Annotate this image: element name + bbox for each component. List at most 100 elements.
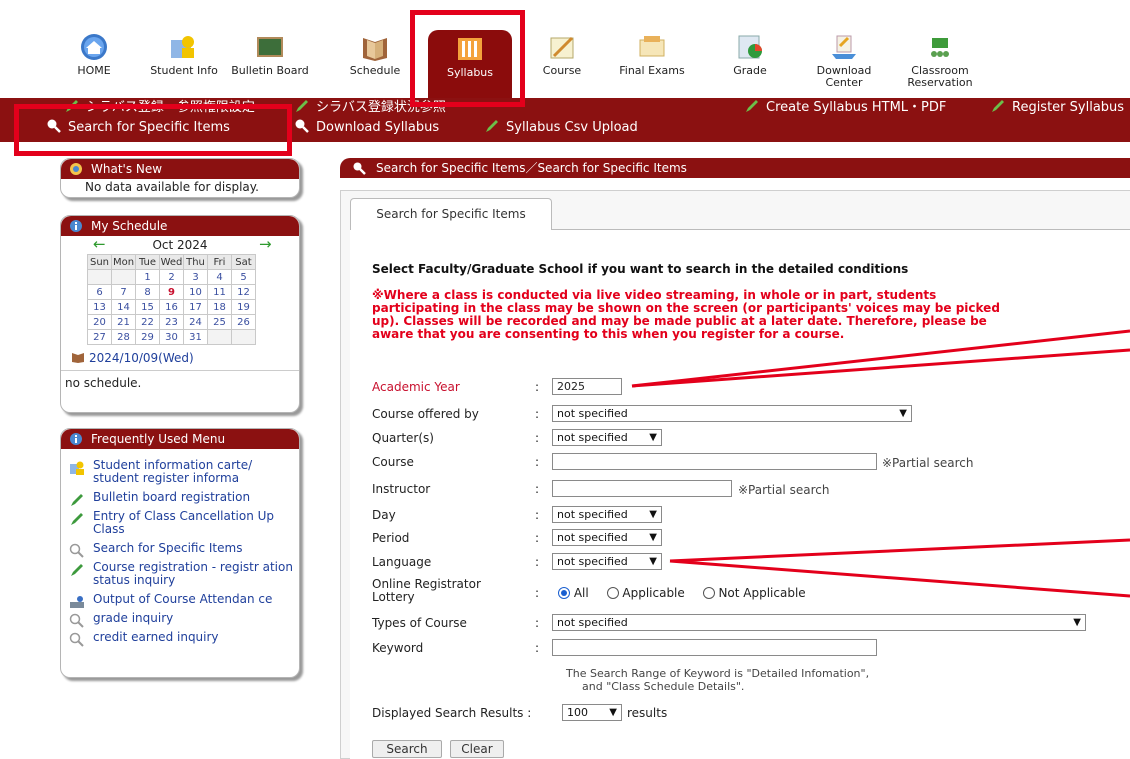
calendar-day[interactable]: 7 [111, 284, 136, 300]
prev-month-icon[interactable]: ← [93, 235, 106, 253]
calendar-day[interactable]: 25 [207, 314, 232, 330]
radio-selected-icon [558, 587, 570, 599]
next-month-icon[interactable]: → [259, 235, 272, 253]
language-select[interactable]: not specified ▼ [552, 553, 662, 570]
submenu-syllabus-csv-upload[interactable]: Syllabus Csv Upload [484, 118, 638, 138]
calendar-day[interactable]: 3 [183, 269, 208, 285]
nav-classroom-reservation[interactable]: Classroom Reservation [898, 28, 982, 94]
nav-course[interactable]: Course [520, 28, 604, 94]
submenu-create-syllabus-pdf[interactable]: Create Syllabus HTML・PDF [744, 98, 946, 118]
calendar-day [207, 329, 232, 345]
submenu-register-syllabus[interactable]: Register Syllabus [990, 98, 1124, 118]
frequent-menu-item[interactable]: grade inquiry [61, 612, 293, 628]
results-label: Displayed Search Results : [372, 706, 532, 720]
nav-bulletin-board[interactable]: Bulletin Board [228, 28, 312, 94]
calendar-day[interactable]: 9 [159, 284, 184, 300]
nav-home[interactable]: HOME [52, 28, 136, 94]
submenu-search-specific-items[interactable]: Search for Specific Items [46, 118, 230, 138]
calendar-day[interactable]: 19 [231, 299, 256, 315]
course-offered-select[interactable]: not specified ▼ [552, 405, 912, 422]
calendar-day[interactable]: 23 [159, 314, 184, 330]
calendar-day[interactable]: 28 [111, 329, 136, 345]
grade-icon [738, 35, 762, 59]
frequent-menu-item[interactable]: Bulletin board registration [61, 491, 293, 506]
nav-schedule[interactable]: Schedule [333, 28, 417, 94]
nav-student-info[interactable]: Student Info [142, 28, 226, 94]
pencil-icon [746, 100, 758, 112]
frequent-menu-item[interactable]: credit earned inquiry [61, 631, 293, 647]
calendar-day[interactable]: 24 [183, 314, 208, 330]
colon: : [535, 380, 540, 394]
submenu-download-syllabus[interactable]: Download Syllabus [294, 118, 439, 138]
nav-grade[interactable]: Grade [708, 28, 792, 94]
calendar-day[interactable]: 12 [231, 284, 256, 300]
nav-download-center[interactable]: Download Center [802, 28, 886, 94]
lottery-label: Online Registrator Lottery [372, 577, 481, 604]
calendar-day[interactable]: 17 [183, 299, 208, 315]
submenu-syllabus-status[interactable]: シラバス登録状況参照 [294, 98, 446, 118]
calendar-day[interactable]: 5 [231, 269, 256, 285]
search-button[interactable]: Search [372, 740, 442, 758]
lottery-radio-applicable[interactable]: Applicable [606, 586, 685, 600]
calendar-day[interactable]: 29 [135, 329, 160, 345]
calendar-day[interactable]: 20 [87, 314, 112, 330]
schedule-book-icon [72, 353, 84, 363]
calendar-day[interactable]: 1 [135, 269, 160, 285]
frequent-menu-item[interactable]: Search for Specific Items [61, 541, 293, 558]
calendar-day[interactable]: 31 [183, 329, 208, 345]
course-input[interactable] [552, 453, 877, 470]
instructor-input[interactable] [552, 480, 732, 497]
calendar-day[interactable]: 11 [207, 284, 232, 300]
frequent-menu-item[interactable]: Course registration - registr ation stat… [61, 561, 293, 587]
calendar-day[interactable]: 26 [231, 314, 256, 330]
calendar-day[interactable]: 10 [183, 284, 208, 300]
nav-final-exams[interactable]: Final Exams [610, 28, 694, 94]
frequent-menu-item[interactable]: Output of Course Attendan ce [61, 593, 293, 608]
calendar-day[interactable]: 22 [135, 314, 160, 330]
calendar-day[interactable]: 27 [87, 329, 112, 345]
day-select[interactable]: not specified ▼ [552, 506, 662, 523]
calendar-day[interactable]: 16 [159, 299, 184, 315]
frequent-menu-label: Entry of Class Cancellation Up Class [93, 509, 275, 536]
select-value: not specified [557, 555, 628, 568]
frequent-menu-label: Search for Specific Items [93, 541, 243, 555]
frequent-menu-item[interactable]: Student information carte/ student regis… [61, 459, 293, 485]
schedule-date: 2024/10/09(Wed) [89, 351, 194, 365]
calendar-day[interactable]: 30 [159, 329, 184, 345]
calendar-day[interactable]: 13 [87, 299, 112, 315]
nav-syllabus[interactable]: Syllabus [428, 30, 512, 98]
tab-search-specific-items[interactable]: Search for Specific Items [350, 198, 552, 230]
colon: : [535, 586, 540, 600]
download-icon [832, 35, 856, 59]
schedule-date-row[interactable]: 2024/10/09(Wed) [61, 345, 299, 365]
keyword-input[interactable] [552, 639, 877, 656]
classroom-icon [931, 38, 949, 57]
calendar-day[interactable]: 4 [207, 269, 232, 285]
submenu-syllabus-permission[interactable]: シラバス登録・参照権限設定 [64, 98, 255, 118]
calendar-day [87, 269, 112, 285]
academic-year-input[interactable]: 2025 [552, 378, 622, 395]
keyword-range-note-2: and "Class Schedule Details". [582, 680, 745, 693]
magnifier-icon [69, 613, 84, 628]
calendar-day[interactable]: 8 [135, 284, 160, 300]
select-value: not specified [557, 616, 628, 629]
keyword-range-note: The Search Range of Keyword is "Detailed… [566, 667, 870, 680]
calendar-day[interactable]: 18 [207, 299, 232, 315]
period-select[interactable]: not specified ▼ [552, 529, 662, 546]
lottery-radio-all[interactable]: All [558, 586, 589, 600]
clear-button[interactable]: Clear [450, 740, 504, 758]
nav-label: Download Center [816, 64, 872, 89]
frequently-used-menu-title: Frequently Used Menu [91, 432, 226, 446]
results-count-select[interactable]: 100 ▼ [562, 704, 622, 721]
types-of-course-select[interactable]: not specified ▼ [552, 614, 1086, 631]
radio-label: Not Applicable [718, 586, 806, 600]
calendar-day[interactable]: 21 [111, 314, 136, 330]
lottery-radio-not-applicable[interactable]: Not Applicable [702, 586, 806, 600]
calendar-day[interactable]: 14 [111, 299, 136, 315]
quarter-select[interactable]: not specified ▼ [552, 429, 662, 446]
calendar-day[interactable]: 6 [87, 284, 112, 300]
calendar-day[interactable]: 15 [135, 299, 160, 315]
frequent-menu-item[interactable]: Entry of Class Cancellation Up Class [61, 510, 293, 536]
whats-new-header: What's New [61, 159, 299, 179]
calendar-day[interactable]: 2 [159, 269, 184, 285]
